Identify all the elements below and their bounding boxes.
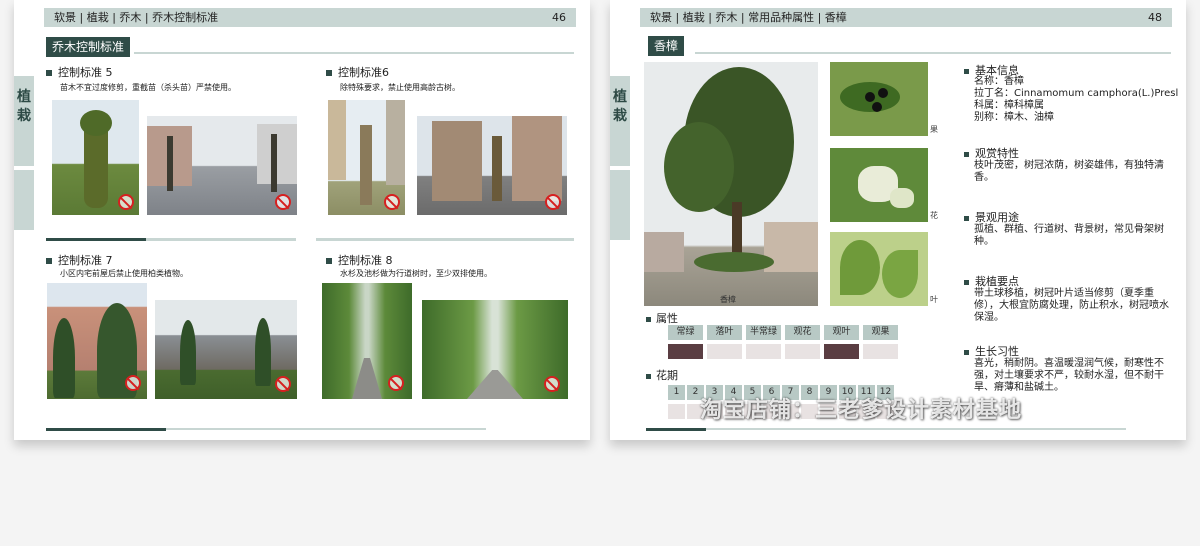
page-header: 软景 | 植栽 | 乔木 | 常用品种属性 | 香樟 48 (640, 8, 1172, 27)
cypress-photo-2 (155, 300, 297, 399)
old-tree-photo (328, 100, 405, 215)
section-rule (134, 52, 574, 54)
pruned-tree-photo (52, 100, 139, 215)
month-value-cell (668, 404, 685, 419)
footer-bar (46, 428, 166, 431)
attributes-label: 属性 (646, 310, 678, 326)
street-trees-photo (147, 116, 297, 215)
side-tag-extension (14, 170, 34, 230)
main-photo-caption: 香樟 (720, 295, 736, 304)
info-ornamental-text: 枝叶茂密，树冠浓荫，树姿雄伟，有独特清香。 (974, 160, 1164, 183)
section-rule (695, 52, 1171, 54)
metasequoia-photo-2 (422, 300, 568, 399)
attribute-header: 常绿 (668, 325, 703, 340)
prohibited-icon (275, 376, 291, 392)
cypress-photo-1 (47, 283, 147, 399)
attribute-header: 落叶 (707, 325, 742, 340)
attribute-value-cell (746, 344, 781, 359)
prohibited-icon (384, 194, 400, 210)
info-growth-text: 喜光，稍耐阴。喜温暖湿润气候，耐寒性不强，对土壤要求不严，较耐水湿，但不耐干旱、… (974, 358, 1164, 393)
divider-left (46, 238, 296, 241)
footer-rule (706, 428, 1126, 430)
side-tag: 植栽 (610, 76, 630, 166)
standard-6-desc: 除特殊要求，禁止使用高龄古树。 (340, 83, 460, 92)
info-landscape-text: 孤植、群植、行道树、背景树，常见骨架树种。 (974, 224, 1164, 247)
watermark: 淘宝店铺：三老爹设计素材基地 (700, 398, 1023, 423)
right-page: 软景 | 植栽 | 乔木 | 常用品种属性 | 香樟 48 植栽 香樟 香樟 果… (610, 0, 1186, 440)
attribute-header: 观果 (863, 325, 898, 340)
footer-bar (646, 428, 706, 431)
info-basic-text: 名称：香樟 拉丁名：Cinnamomum camphora(L.)Presl 科… (974, 76, 1179, 123)
attribute-header: 半常绿 (746, 325, 781, 340)
prohibited-icon (275, 194, 291, 210)
attribute-value-cell (668, 344, 703, 359)
section-title: 乔木控制标准 (46, 37, 131, 57)
standard-6-title: 控制标准6 (326, 64, 389, 80)
page-number: 46 (552, 11, 566, 24)
metasequoia-photo-1 (322, 283, 412, 399)
month-header: 1 (668, 385, 685, 400)
camphor-main-photo (644, 62, 818, 306)
prohibited-icon (118, 194, 134, 210)
approved-icon (544, 376, 560, 392)
standard-7-desc: 小区内宅前屋后禁止使用柏类植物。 (60, 269, 188, 278)
flowering-label: 花期 (646, 367, 678, 383)
footer-rule (166, 428, 486, 430)
flower-caption: 花 (930, 211, 938, 220)
attribute-header: 观花 (785, 325, 820, 340)
attribute-value-cell (785, 344, 820, 359)
attribute-value-cell (863, 344, 898, 359)
prohibited-icon (388, 375, 404, 391)
standard-8-desc: 水杉及池杉做为行道树时，至少双排使用。 (340, 269, 492, 278)
side-tag-extension (610, 170, 630, 240)
standard-7-title: 控制标准 7 (46, 252, 113, 268)
leaf-caption: 叶 (930, 295, 938, 304)
info-planting-text: 带土球移植，树冠叶片适当修剪（夏季重修），大根宜防腐处理，防止积水，树冠喷水保湿… (974, 288, 1169, 323)
page-number: 48 (1148, 11, 1162, 24)
breadcrumb: 软景 | 植栽 | 乔木 | 乔木控制标准 (54, 11, 219, 24)
leaf-photo (830, 232, 928, 306)
fruit-caption: 果 (930, 125, 938, 134)
prohibited-icon (545, 194, 561, 210)
standard-5-desc: 苗木不宜过度修剪，重截苗（杀头苗）严禁使用。 (60, 83, 236, 92)
fruit-photo (830, 62, 928, 136)
info-planting-title: 栽植要点 (964, 273, 1019, 289)
attribute-header: 观叶 (824, 325, 859, 340)
left-page: 软景 | 植栽 | 乔木 | 乔木控制标准 46 植栽 乔木控制标准 控制标准 … (14, 0, 590, 440)
standard-8-title: 控制标准 8 (326, 252, 393, 268)
standard-5-title: 控制标准 5 (46, 64, 113, 80)
info-ornamental-title: 观赏特性 (964, 145, 1019, 161)
breadcrumb: 软景 | 植栽 | 乔木 | 常用品种属性 | 香樟 (650, 11, 847, 24)
page-header: 软景 | 植栽 | 乔木 | 乔木控制标准 46 (44, 8, 576, 27)
side-tag: 植栽 (14, 76, 34, 166)
divider-right (316, 238, 574, 241)
attribute-value-cell (824, 344, 859, 359)
flower-photo (830, 148, 928, 222)
info-landscape-title: 景观用途 (964, 209, 1019, 225)
high-rise-tree-photo (417, 116, 567, 215)
attribute-value-cell (707, 344, 742, 359)
info-growth-title: 生长习性 (964, 343, 1019, 359)
section-title: 香樟 (648, 36, 685, 56)
prohibited-icon (125, 375, 141, 391)
